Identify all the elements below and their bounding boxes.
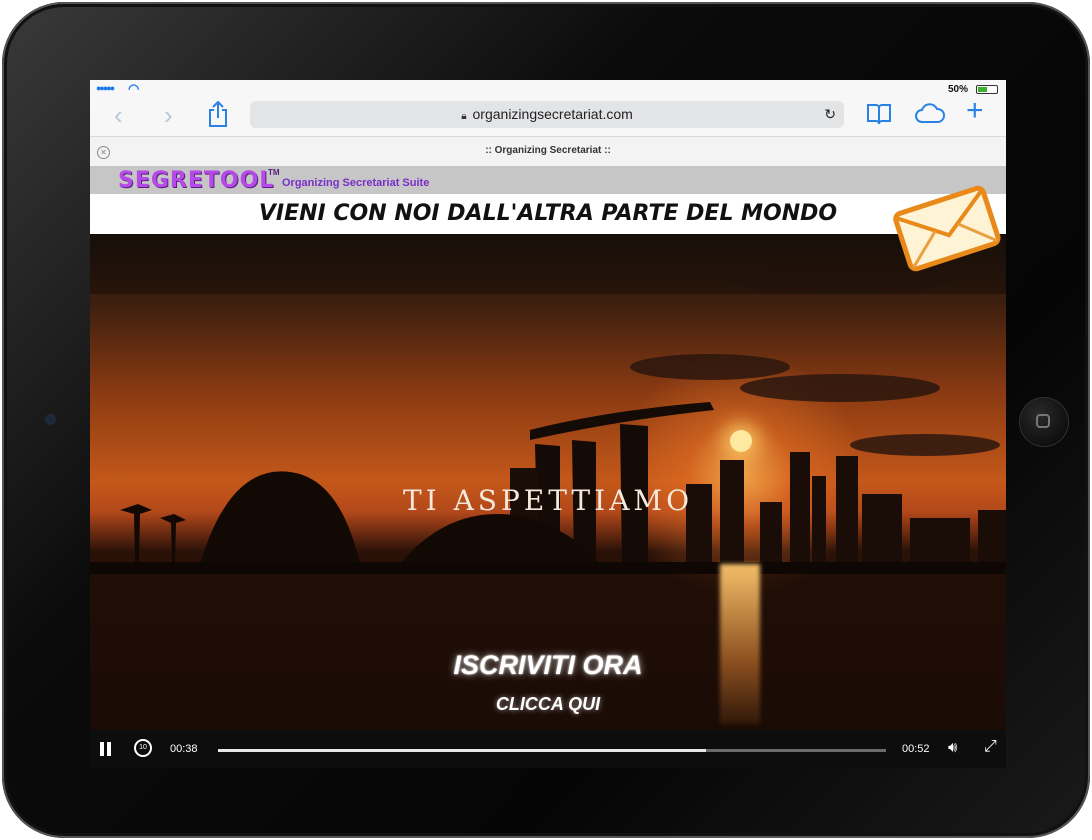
current-time: 00:38 — [170, 743, 198, 755]
share-icon[interactable] — [206, 100, 230, 134]
tab-bar: ✕ :: Organizing Secretariat :: — [90, 136, 1006, 167]
video-overlay-title: TI ASPETTIAMO — [402, 484, 694, 517]
progress-played — [218, 749, 706, 752]
reload-icon[interactable]: ↻ — [824, 101, 836, 128]
site-logo[interactable]: SEGRETOOL — [118, 168, 274, 193]
cloud-icon[interactable] — [914, 102, 946, 132]
home-button[interactable] — [1020, 398, 1068, 446]
rewind-icon[interactable]: 10 — [134, 739, 152, 757]
page-banner: VIENI CON NOI DALL'ALTRA PARTE DEL MONDO — [90, 194, 1006, 234]
address-bar[interactable]: 🔒︎ organizingsecretariat.com ↻ — [250, 101, 844, 128]
tab-title[interactable]: :: Organizing Secretariat :: — [90, 145, 1006, 156]
screen: ●●●●● ◠ 50% ‹ › 🔒︎ organizingsecretariat.… — [90, 80, 1006, 768]
lock-icon: 🔒︎ — [461, 111, 467, 122]
video-player[interactable]: TI ASPETTIAMO ISCRIVITI ORA CLICCA QUI — [90, 234, 1006, 730]
click-here-link[interactable]: CLICCA QUI — [90, 694, 1006, 715]
url-text: organizingsecretariat.com — [472, 106, 633, 122]
front-camera — [46, 415, 55, 424]
rewind-seconds: 10 — [139, 744, 147, 751]
new-tab-icon[interactable]: + — [966, 96, 984, 126]
back-icon[interactable]: ‹ — [114, 100, 123, 130]
signal-icon: ●●●●● — [96, 83, 115, 93]
video-controls: 10 00:38 00:52 🔊︎ ⤢ — [90, 730, 1006, 768]
register-now-button[interactable]: ISCRIVITI ORA — [90, 650, 1006, 681]
duration: 00:52 — [902, 743, 930, 755]
volume-icon[interactable]: 🔊︎ — [948, 739, 957, 756]
battery-icon — [976, 85, 998, 94]
progress-bar[interactable] — [218, 749, 886, 752]
fullscreen-icon[interactable]: ⤢ — [984, 738, 997, 756]
bookmarks-icon[interactable] — [866, 102, 892, 132]
suite-label: Organizing Secretariat Suite — [282, 177, 430, 189]
wifi-icon: ◠ — [128, 81, 140, 96]
battery-percent: 50% — [947, 84, 968, 95]
forward-icon[interactable]: › — [164, 100, 173, 130]
site-header: SEGRETOOL TM Organizing Secretariat Suit… — [90, 166, 1006, 194]
logo-trademark: TM — [268, 168, 280, 177]
mail-icon[interactable] — [888, 176, 1002, 276]
pause-icon[interactable] — [100, 742, 112, 756]
status-bar: ●●●●● ◠ 50% — [90, 80, 1006, 100]
browser-toolbar: ‹ › 🔒︎ organizingsecretariat.com ↻ + — [90, 96, 1006, 134]
